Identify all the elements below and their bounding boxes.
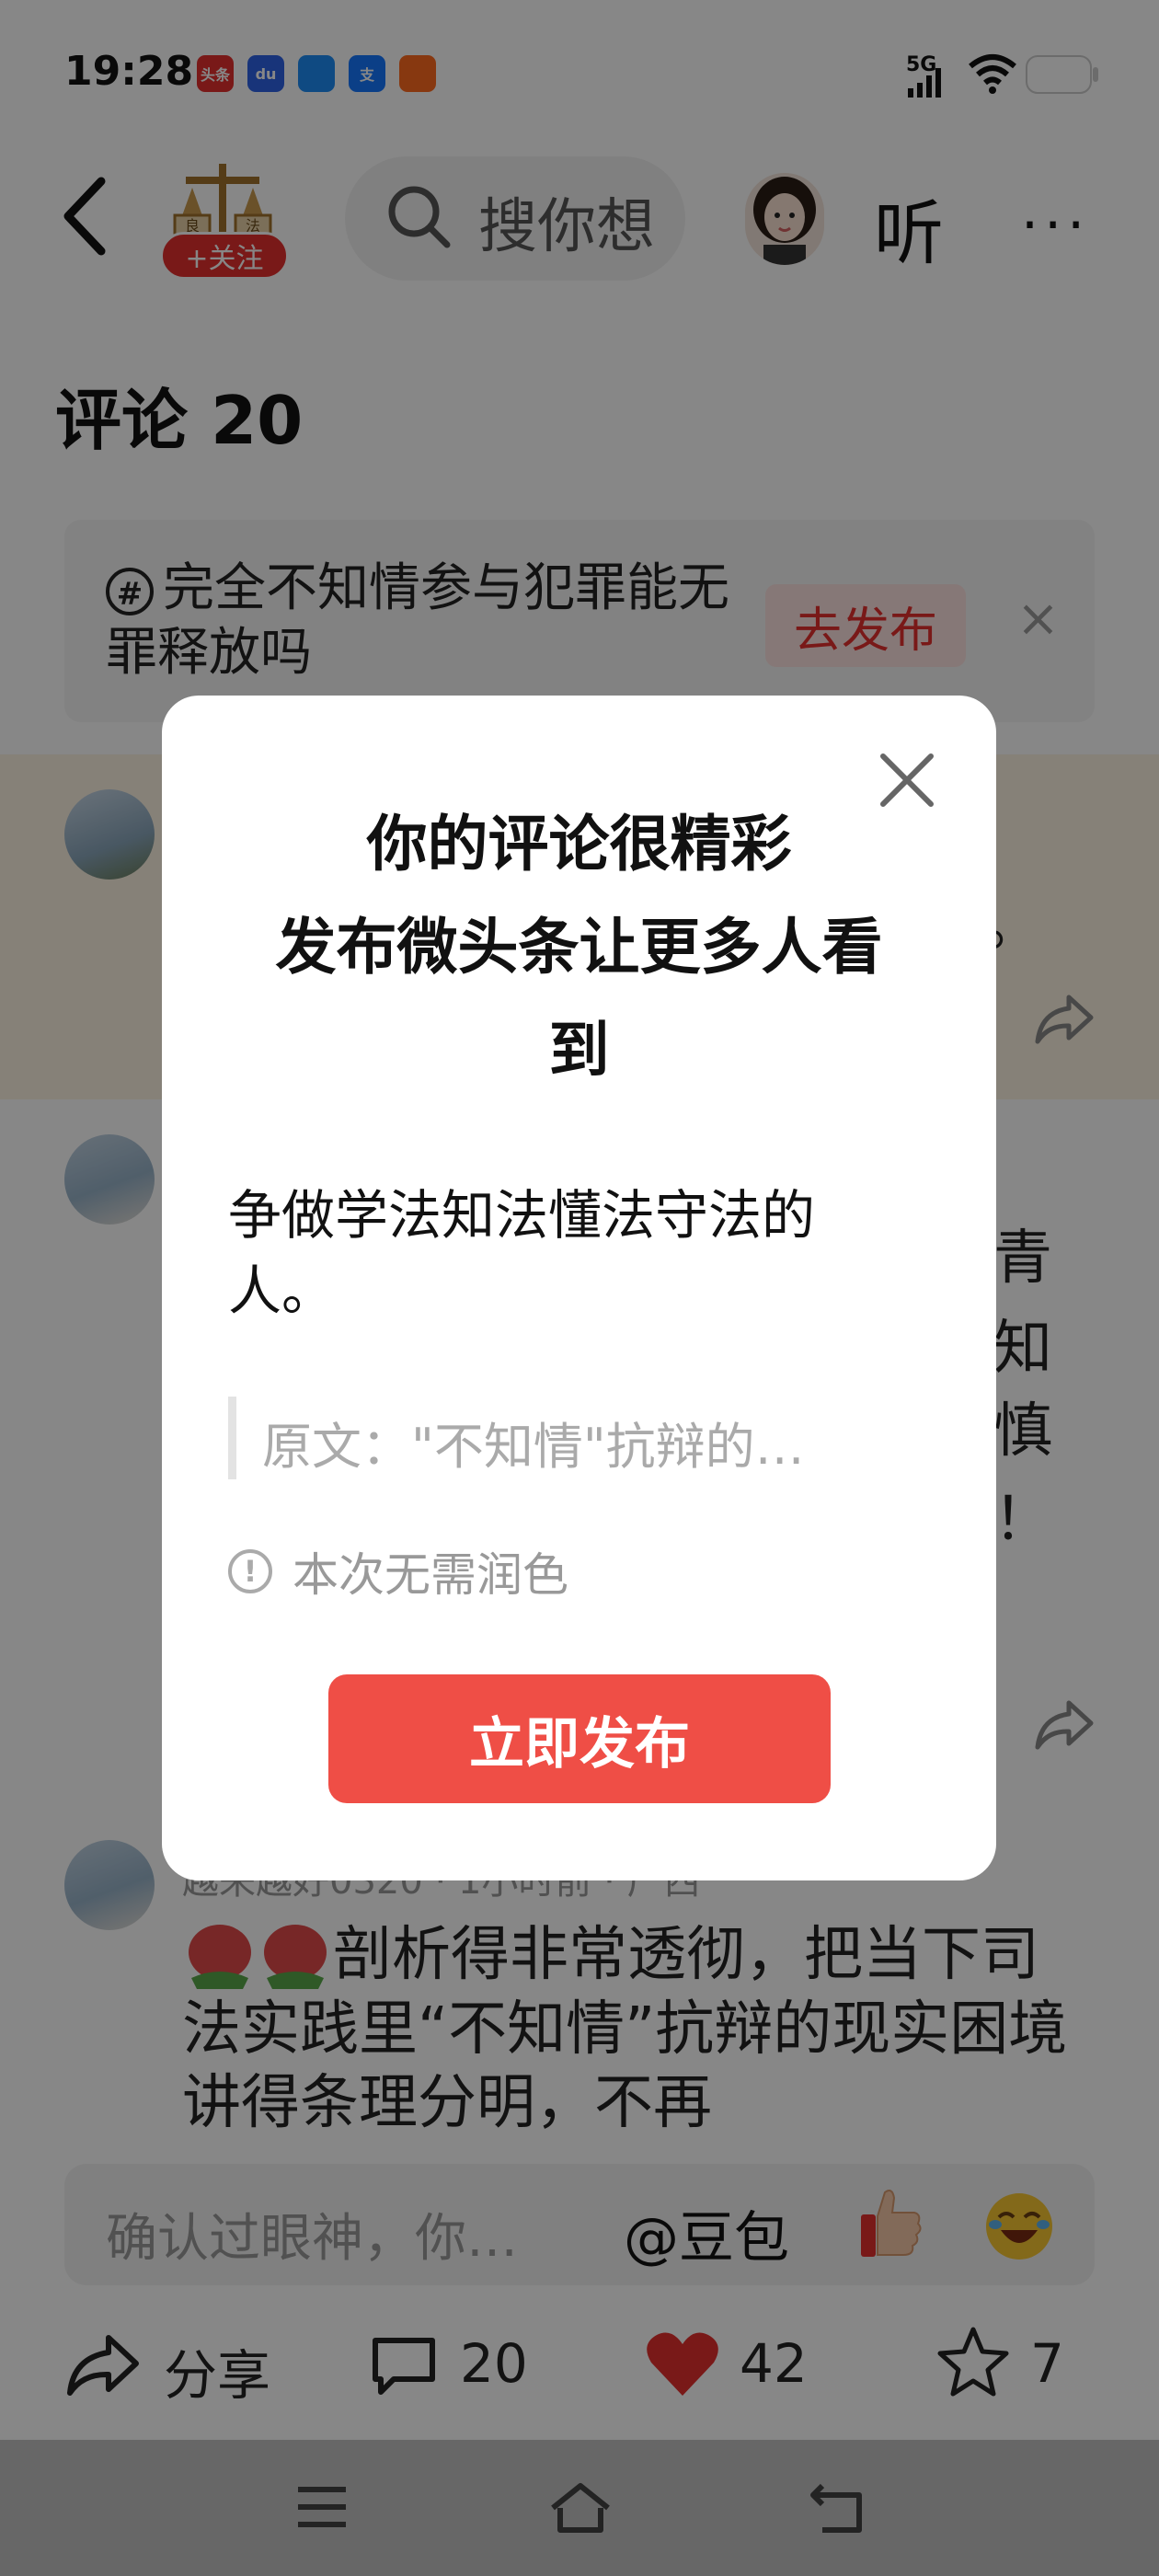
dialog-title-line: 发布微头条让更多人看: [275, 912, 883, 983]
info-icon: !: [228, 1549, 272, 1593]
dialog-title-line: 到: [548, 1015, 610, 1086]
dialog-note: ! 本次无需润色: [228, 1538, 568, 1604]
dialog-comment-text: 争做学法知法懂法守法的人。: [228, 1184, 816, 1322]
close-icon[interactable]: [874, 747, 940, 813]
nav-shade: [0, 2440, 1159, 2576]
dialog-note-text: 本次无需润色: [293, 1548, 568, 1602]
dialog-quote-text: 原文："不知情"抗辩的…: [262, 1418, 805, 1476]
publish-now-button[interactable]: 立即发布: [328, 1674, 831, 1803]
dialog-title-line: 你的评论很精彩: [366, 809, 792, 880]
dialog-title: 你的评论很精彩 发布微头条让更多人看 到: [162, 805, 996, 1090]
